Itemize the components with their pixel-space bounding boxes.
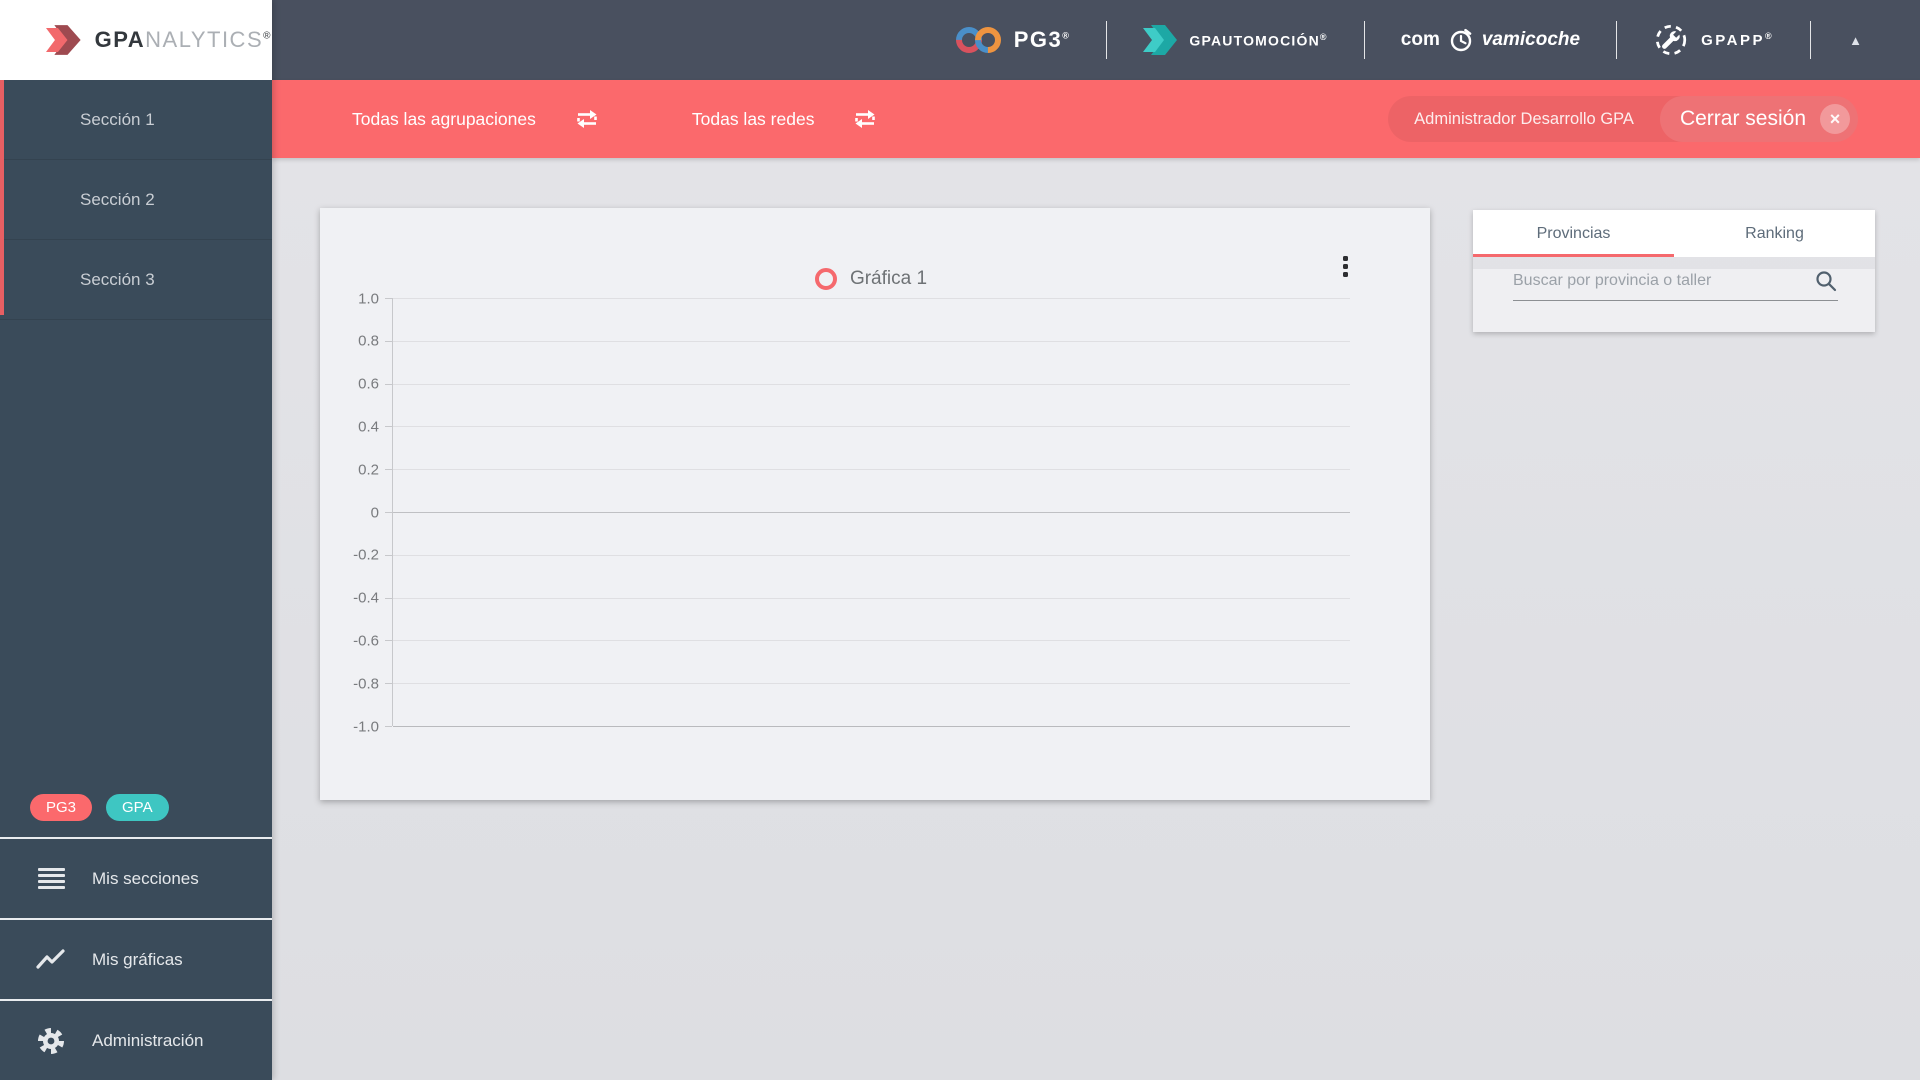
sidebar-item-label: Mis secciones — [92, 868, 199, 888]
sidebar-item-label: Mis gráficas — [92, 949, 183, 969]
header-divider — [1616, 21, 1618, 59]
panel-body — [1473, 269, 1875, 332]
legend-series-label: Gráfica 1 — [849, 268, 928, 289]
trademark-symbol: ® — [1319, 31, 1328, 42]
trademark-symbol: ® — [1062, 30, 1071, 41]
brand-gpapp-label: GPAPP — [1701, 32, 1765, 49]
gridline: 0.6 — [358, 376, 1350, 393]
y-tick-label: -1.0 — [353, 718, 379, 735]
y-tick-label: -0.2 — [353, 546, 379, 564]
y-tick-label: -0.6 — [353, 632, 379, 650]
search-field — [1513, 269, 1838, 301]
brand-pg3: PG3® — [950, 21, 1071, 59]
y-tick-label: -0.8 — [353, 675, 379, 693]
pg3-infinity-icon — [950, 21, 1007, 59]
close-session-icon[interactable]: × — [1820, 104, 1850, 134]
user-name: Administrador Desarrollo GPA — [1414, 109, 1634, 128]
brand-com-post-label: vamicoche — [1481, 29, 1581, 50]
trademark-symbol: ® — [263, 30, 272, 42]
sidebar-item-administracion[interactable]: Administración — [0, 999, 272, 1080]
gear-icon — [36, 1026, 66, 1056]
sidebar-item-label: Sección 1 — [80, 109, 155, 129]
header-divider — [1363, 21, 1365, 59]
swap-redes-icon[interactable] — [852, 108, 878, 130]
sidebar-scroll-indicator[interactable] — [0, 80, 4, 315]
trademark-symbol: ® — [1764, 31, 1775, 41]
menu-list-icon — [36, 868, 66, 889]
gridline: 1.0 — [358, 290, 1350, 307]
gridline: 0 — [371, 504, 1350, 521]
tab-provincias[interactable]: Provincias — [1473, 210, 1674, 257]
provinces-panel: Provincias Ranking — [1473, 210, 1875, 332]
panel-tabs: Provincias Ranking — [1473, 210, 1875, 257]
gridline: -0.6 — [353, 632, 1350, 649]
brand-gpapp: GPAPP® — [1653, 22, 1774, 58]
sidebar: GPANALYTICS® Sección 1 Sección 2 Sección… — [0, 0, 272, 1080]
line-chart-icon — [36, 948, 66, 971]
y-tick-label: 0 — [370, 504, 379, 521]
brand-pg3-label: PG3 — [1013, 27, 1063, 52]
redes-filter[interactable]: Todas las redes — [692, 109, 815, 130]
plot-area: 1.0 0.8 0.6 0.4 0.2 0 -0.2 -0.4 -0.6 -0.8 -1.0 — [353, 290, 1350, 735]
chart-legend-item[interactable]: Gráfica 1 — [392, 268, 1350, 290]
sidebar-item-seccion-1[interactable]: Sección 1 — [0, 80, 272, 160]
legend-marker-icon — [814, 268, 837, 290]
agrupaciones-filter[interactable]: Todas las agrupaciones — [352, 109, 536, 130]
header-divider — [1810, 21, 1812, 59]
y-tick-label: 1.0 — [358, 290, 379, 307]
pg3-badge[interactable]: PG3 — [30, 794, 93, 821]
brand-comprovamicoche: com vamicoche — [1401, 27, 1580, 53]
y-tick-label: -0.4 — [353, 589, 379, 607]
y-tick-label: 0.8 — [358, 332, 379, 350]
search-input[interactable] — [1513, 272, 1806, 290]
gridline: -0.8 — [353, 675, 1350, 692]
sidebar-item-label: Sección 3 — [80, 269, 155, 289]
tab-ranking[interactable]: Ranking — [1674, 210, 1875, 257]
y-tick-label: 0.2 — [358, 461, 379, 479]
brand-gpautomocion-label: GPAUTOMOCIÓN — [1189, 32, 1320, 49]
app-title-bold: GPA — [94, 27, 146, 52]
gpautomocion-arrow-icon — [1143, 25, 1178, 55]
brand-gpautomocion: GPAUTOMOCIÓN® — [1143, 25, 1327, 55]
app-title-light: NALYTICS — [145, 27, 264, 52]
collapse-header-arrow-icon[interactable]: ▲ — [1849, 33, 1862, 48]
sidebar-item-seccion-3[interactable]: Sección 3 — [0, 240, 272, 320]
y-tick-label: 0.4 — [358, 418, 379, 436]
app-logo: GPANALYTICS® — [0, 0, 272, 80]
chart-card: Gráfica 1 1.0 0.8 0.6 0.4 0.2 0 -0.2 -0.4 -0.6 -0… — [320, 208, 1430, 800]
gridline: -0.2 — [353, 547, 1350, 564]
gridline: -0.4 — [353, 590, 1350, 607]
sidebar-item-mis-secciones[interactable]: Mis secciones — [0, 837, 272, 918]
gridline: -1.0 — [353, 718, 1350, 735]
logout-label: Cerrar sesión — [1679, 107, 1806, 130]
gpa-badge[interactable]: GPA — [106, 794, 169, 821]
gridline: 0.4 — [358, 418, 1350, 435]
swap-agrupaciones-icon[interactable] — [574, 108, 600, 130]
header-divider — [1106, 21, 1108, 59]
tab-label: Ranking — [1745, 224, 1804, 242]
clock-icon — [1450, 28, 1472, 52]
brand-com-pre-label: com — [1400, 29, 1440, 50]
sidebar-item-seccion-2[interactable]: Sección 2 — [0, 160, 272, 240]
sidebar-item-mis-graficas[interactable]: Mis gráficas — [0, 918, 272, 999]
gpanalytics-logo-icon — [46, 25, 81, 55]
gridline: 0.8 — [358, 333, 1350, 350]
search-icon[interactable] — [1814, 269, 1838, 293]
y-tick-label: 0.6 — [358, 375, 379, 393]
user-session-pill: Administrador Desarrollo GPA Cerrar sesi… — [1388, 96, 1858, 142]
gpapp-wrench-icon — [1655, 24, 1687, 56]
gridline: 0.2 — [358, 461, 1350, 478]
sidebar-item-label: Administración — [92, 1030, 204, 1050]
top-header: PG3® GPAUTOMOCIÓN® com vamicoche GPAPP® … — [272, 0, 1920, 80]
logout-button[interactable]: Cerrar sesión × — [1659, 96, 1858, 142]
badges-row: PG3 GPA — [0, 794, 272, 837]
sidebar-item-label: Sección 2 — [80, 189, 155, 209]
filter-bar: Todas las agrupaciones Todas las redes A… — [272, 80, 1920, 158]
tab-label: Provincias — [1536, 224, 1611, 242]
app-title: GPANALYTICS® — [95, 27, 272, 53]
